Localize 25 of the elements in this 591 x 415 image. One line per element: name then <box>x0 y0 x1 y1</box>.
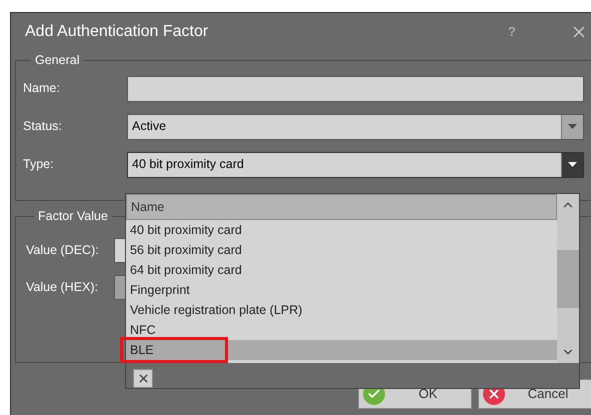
list-item[interactable]: 64 bit proximity card <box>126 260 557 280</box>
caret-icon <box>568 124 577 130</box>
field-label: Value (HEX): <box>26 278 100 296</box>
list-item[interactable]: NFC <box>126 320 557 340</box>
scroll-thumb[interactable] <box>557 250 579 308</box>
list-item[interactable]: Fingerprint <box>126 280 557 300</box>
window-title: Add Authentication Factor <box>25 22 208 42</box>
column-header[interactable]: Name <box>126 194 557 220</box>
list-item[interactable]: 40 bit proximity card <box>126 220 557 240</box>
caret-icon <box>568 162 577 168</box>
field-label: Name: <box>23 80 61 98</box>
dropdown-button[interactable] <box>561 152 583 177</box>
clear-icon <box>136 372 150 386</box>
field-label: Status: <box>23 118 63 136</box>
field-label: Type: <box>23 156 55 174</box>
type-dropdown[interactable]: 40 bit proximity card <box>127 152 584 178</box>
section-title: General <box>34 52 80 69</box>
scrollbar[interactable] <box>557 194 579 364</box>
field-label: Value (DEC): <box>26 242 100 259</box>
clear-button[interactable] <box>133 369 153 388</box>
name-field[interactable] <box>127 76 584 102</box>
section-title: Factor Value <box>37 208 109 225</box>
status-dropdown[interactable]: Active <box>127 114 584 140</box>
list-item[interactable]: Vehicle registration plate (LPR) <box>126 300 557 320</box>
list-item[interactable]: 56 bit proximity card <box>126 240 557 260</box>
